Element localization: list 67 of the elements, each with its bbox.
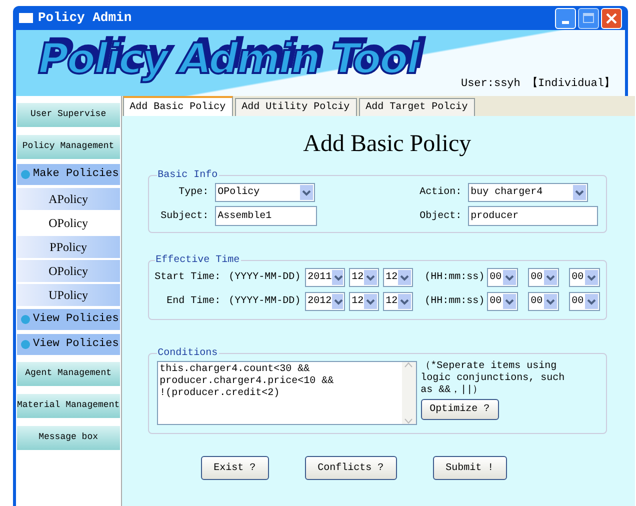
page-heading: Add Basic Policy: [302, 130, 472, 159]
format-hint: (YYYY-MM-DD): [228, 294, 301, 309]
format-hint: (YYYY-MM-DD): [228, 270, 301, 285]
action-button[interactable]: Submit !: [432, 456, 507, 480]
sidebar-group[interactable]: View Policies: [17, 309, 120, 330]
sidebar-group[interactable]: View Policies: [17, 334, 120, 355]
maximize-button[interactable]: [578, 8, 599, 28]
bullet-icon: [21, 340, 30, 349]
dropdown[interactable]: 00: [486, 268, 518, 287]
dropdown[interactable]: 00: [568, 292, 600, 311]
text-input[interactable]: Assemble1: [214, 206, 317, 226]
dropdown[interactable]: 12: [382, 268, 413, 287]
field-label: End Time:: [166, 294, 221, 309]
dropdown[interactable]: buy charger4: [468, 183, 588, 202]
dropdown[interactable]: 00: [486, 292, 518, 311]
field-label: Object:: [418, 210, 462, 224]
conditions-textarea[interactable]: this.charger4.count<30 && producer.charger4.price<10 && !(producer.credit<2): [156, 361, 417, 425]
dropdown[interactable]: 12: [382, 292, 413, 311]
window-title: Policy Admin: [38, 9, 132, 28]
field-label: Start Time:: [154, 270, 221, 285]
sidebar-section[interactable]: Agent Management: [17, 362, 120, 386]
dropdown[interactable]: OPolicy: [214, 183, 315, 202]
sidebar-item[interactable]: OPolicy: [17, 260, 120, 282]
tab[interactable]: Add Target Polciy: [358, 98, 475, 116]
sidebar-item[interactable]: PPolicy: [17, 236, 120, 258]
format-hint: (HH:mm:ss): [424, 270, 483, 285]
text-input[interactable]: producer: [468, 206, 598, 226]
dropdown[interactable]: 2011: [304, 268, 345, 287]
bullet-icon: [21, 315, 30, 324]
bullet-icon: [21, 170, 30, 179]
sidebar-section[interactable]: Message box: [17, 426, 120, 450]
action-button[interactable]: Exist ?: [200, 456, 269, 480]
dropdown[interactable]: 00: [568, 268, 600, 287]
format-hint: (HH:mm:ss): [424, 294, 483, 309]
field-label: Type:: [178, 186, 209, 200]
user-label: User:ssyh 【Individual】: [460, 76, 615, 92]
action-button[interactable]: Conflicts ?: [304, 456, 397, 480]
sidebar-item[interactable]: UPolicy: [17, 284, 120, 306]
dropdown[interactable]: 00: [528, 292, 559, 311]
dropdown[interactable]: 12: [348, 292, 379, 311]
dropdown-arrow-icon[interactable]: [364, 270, 377, 285]
optimize-button[interactable]: Optimize ?: [420, 399, 499, 420]
dropdown[interactable]: 2012: [304, 292, 345, 311]
dropdown-arrow-icon[interactable]: [398, 294, 411, 309]
minimize-button[interactable]: [555, 8, 576, 28]
dropdown-arrow-icon[interactable]: [332, 270, 343, 285]
group-legend: Basic Info: [156, 168, 219, 183]
field-label: Action:: [418, 186, 462, 200]
sidebar-section[interactable]: Policy Management: [17, 135, 120, 159]
sidebar-section[interactable]: User Supervise: [17, 103, 120, 127]
sidebar-group[interactable]: Make Policies: [17, 164, 120, 185]
group-legend: Conditions: [156, 346, 219, 361]
dropdown-arrow-icon[interactable]: [364, 294, 377, 309]
field-label: Subject:: [160, 210, 209, 224]
dropdown-arrow-icon[interactable]: [332, 294, 343, 309]
dropdown[interactable]: 00: [528, 268, 559, 287]
tab[interactable]: Add Basic Policy: [122, 96, 233, 116]
close-icon: [606, 12, 617, 24]
dropdown[interactable]: 12: [348, 268, 379, 287]
tab[interactable]: Add Utility Polciy: [234, 98, 357, 116]
hint-text: （*Seperate items using logic conjunctions, such as &&，||）: [420, 361, 566, 397]
sidebar-item[interactable]: APolicy: [17, 188, 120, 210]
group-legend: Effective Time: [154, 253, 241, 268]
window-icon: [19, 13, 33, 23]
sidebar-section[interactable]: Material Management: [17, 394, 120, 418]
dropdown-arrow-icon[interactable]: [398, 270, 411, 285]
close-button[interactable]: [601, 8, 622, 28]
